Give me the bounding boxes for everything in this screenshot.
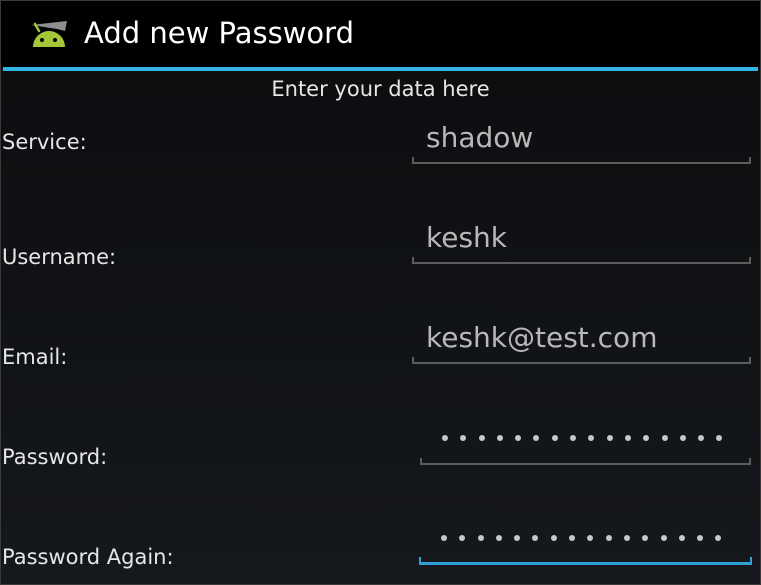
password-dot <box>588 435 595 441</box>
password-dot <box>605 535 612 541</box>
password-dot <box>679 435 686 441</box>
password-dot <box>442 435 448 441</box>
password-mask <box>442 435 735 441</box>
username-label: Username: <box>2 245 117 269</box>
password-dot <box>495 535 502 541</box>
password-dot <box>697 535 704 541</box>
service-field[interactable]: shadow <box>412 118 751 164</box>
password-again-mask <box>441 535 734 541</box>
password-dot <box>678 535 685 541</box>
form-subtitle: Enter your data here <box>271 77 490 101</box>
action-bar: Add new Password <box>1 1 760 71</box>
password-dot <box>698 435 705 441</box>
password-dot <box>642 535 649 541</box>
email-value: keshk@test.com <box>426 321 658 354</box>
password-dot <box>532 535 539 541</box>
service-underline <box>412 157 751 164</box>
username-field[interactable]: keshk <box>412 218 751 264</box>
password-dot <box>441 535 447 541</box>
service-value: shadow <box>426 121 534 154</box>
password-again-underline <box>419 557 752 565</box>
email-field[interactable]: keshk@test.com <box>412 318 751 364</box>
password-dot <box>661 435 668 441</box>
password-dot <box>460 435 467 441</box>
password-again-label: Password Again: <box>2 545 174 569</box>
password-dot <box>515 435 522 441</box>
password-dot <box>514 535 521 541</box>
password-dot <box>606 435 613 441</box>
action-bar-divider <box>3 67 758 71</box>
password-dot <box>716 435 723 441</box>
password-dot <box>587 535 594 541</box>
password-dot <box>569 535 576 541</box>
password-field[interactable] <box>420 419 751 465</box>
password-dot <box>477 535 484 541</box>
password-dot <box>459 535 466 541</box>
password-dot <box>496 435 503 441</box>
android-app-icon <box>31 21 67 47</box>
password-dot <box>533 435 540 441</box>
password-dot <box>551 435 558 441</box>
app-screen: Add new Password Enter your data here Se… <box>0 0 761 585</box>
password-dot <box>478 435 485 441</box>
email-label: Email: <box>2 345 68 369</box>
password-underline <box>420 458 751 465</box>
username-underline <box>412 257 751 264</box>
password-dot <box>660 535 667 541</box>
password-dot <box>624 435 631 441</box>
password-label: Password: <box>2 445 108 469</box>
service-label: Service: <box>2 130 87 154</box>
password-again-field[interactable] <box>419 519 752 565</box>
password-dot <box>623 535 630 541</box>
password-dot <box>643 435 650 441</box>
email-underline <box>412 357 751 364</box>
password-dot <box>550 535 557 541</box>
password-dot <box>570 435 577 441</box>
password-dot <box>715 535 722 541</box>
page-title: Add new Password <box>84 16 354 50</box>
username-value: keshk <box>426 221 507 254</box>
